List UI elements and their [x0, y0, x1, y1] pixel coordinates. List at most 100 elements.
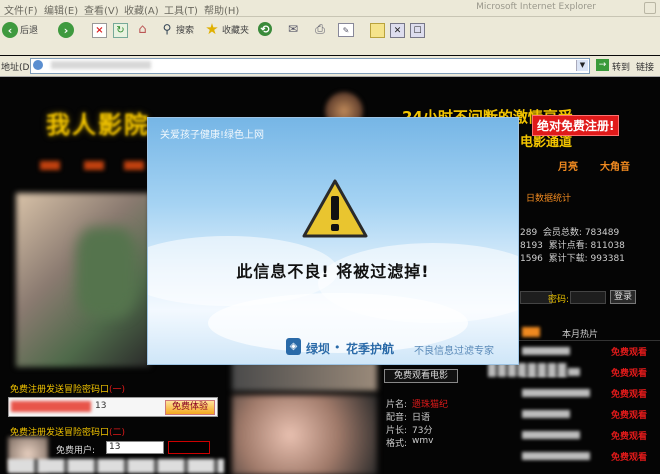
back-label[interactable]: 后退	[20, 23, 38, 36]
refresh-icon[interactable]: ↻	[113, 23, 128, 38]
url-blurred	[51, 61, 151, 69]
shield-icon: ◈	[286, 338, 301, 355]
folder-icon[interactable]	[370, 23, 385, 38]
featured-video-figure	[76, 227, 136, 317]
stats-today-value: 8193	[520, 241, 543, 251]
register-badge[interactable]: 绝对免费注册!	[532, 115, 620, 136]
movie-info-value: 日语	[412, 413, 431, 423]
filter-header: 关爱孩子健康!绿色上网	[160, 130, 265, 141]
print-icon[interactable]: ⎙	[312, 22, 328, 36]
favorites-icon[interactable]: ★	[204, 20, 220, 38]
go-button[interactable]: 转到	[612, 60, 630, 73]
tool-icon[interactable]: ✕	[390, 23, 405, 38]
hot-list-title-blurred[interactable]	[522, 389, 590, 397]
register-blurred-label	[11, 401, 91, 412]
hot-list-title-blurred[interactable]	[522, 452, 590, 460]
messenger-icon[interactable]: ☐	[410, 23, 425, 38]
movie-info-key: 片长:	[386, 426, 408, 436]
password-label: 密码:	[548, 295, 570, 305]
movie-info-value: wmv	[412, 436, 434, 446]
movie-thumbnail[interactable]	[232, 361, 377, 391]
tab-hot-blurred[interactable]	[522, 327, 540, 337]
edit-icon[interactable]: ✎	[338, 23, 354, 37]
warning-icon	[302, 179, 368, 238]
hot-list-title-blurred[interactable]	[522, 347, 570, 355]
links-label[interactable]: 链接	[636, 60, 654, 73]
register-notice-1-text: 免费注册发送冒险密码口	[10, 385, 110, 395]
search-label[interactable]: 搜索	[176, 23, 194, 36]
menu-view[interactable]: 查看(V)	[84, 2, 119, 17]
nav-item-moon[interactable]: 月亮	[558, 158, 578, 173]
movie-info-key: 片名:	[386, 400, 408, 410]
movie-info-value: 遗珠猫纪	[412, 400, 449, 410]
nav-item-blurred[interactable]	[40, 161, 60, 170]
free-watch-link[interactable]: 免费观看	[611, 387, 647, 400]
filter-brand: 绿坝	[306, 342, 331, 356]
hot-tabs: 本月热片	[518, 326, 660, 341]
content-filter-dialog: 关爱孩子健康!绿色上网 此信息不良! 将被过滤掉! ◈ 绿坝 • 花季护航 不良…	[148, 118, 518, 364]
menu-bar: 文件(F) 编辑(E) 查看(V) 收藏(A) 工具(T) 帮助(H) Micr…	[0, 0, 660, 17]
mail-icon[interactable]: ✉	[285, 22, 301, 36]
stats-total-members: 会员总数: 783489	[542, 228, 620, 238]
address-bar: 地址(D) ▼ → 转到 链接	[0, 56, 660, 77]
free-watch-link[interactable]: 免费观看	[611, 450, 647, 463]
free-watch-movie-button[interactable]: 免费观看电影	[384, 369, 458, 383]
menu-tools[interactable]: 工具(T)	[164, 2, 198, 17]
filter-brand-separator: •	[334, 341, 341, 354]
hot-list-title-blurred[interactable]	[522, 410, 570, 418]
register-box-1: 13 免费体验	[8, 397, 218, 417]
address-input[interactable]: ▼	[30, 58, 590, 74]
filter-message: 此信息不良! 将被过滤掉!	[236, 262, 430, 281]
home-icon[interactable]: ⌂	[135, 22, 150, 37]
menu-help[interactable]: 帮助(H)	[204, 2, 239, 17]
window-control-icon[interactable]	[644, 2, 656, 14]
filter-tagline: 不良信息过滤专家	[414, 346, 494, 357]
free-user-button[interactable]	[168, 441, 210, 454]
chevron-down-icon[interactable]: ▼	[576, 60, 588, 71]
menu-file[interactable]: 文件(F)	[4, 2, 38, 17]
free-watch-link[interactable]: 免费观看	[611, 366, 647, 379]
stats-total-views: 累计点看: 811038	[548, 241, 625, 251]
hot-list-title-blurred[interactable]	[522, 431, 580, 439]
page-icon	[33, 60, 43, 70]
stats-today-value: 289	[520, 228, 538, 238]
history-icon[interactable]: ⟲	[258, 22, 272, 36]
nav-item-big[interactable]: 大角音	[600, 158, 630, 173]
register-notice-2-suffix: (二)	[109, 428, 126, 438]
nav-item-blurred[interactable]	[124, 161, 144, 170]
free-user-label: 免费用户:	[56, 446, 96, 456]
movie-info-key: 配音:	[386, 413, 408, 423]
free-user-input[interactable]: 13	[106, 441, 164, 454]
favorites-label[interactable]: 收藏夹	[222, 23, 249, 36]
filter-brand-2: 花季护航	[346, 342, 395, 356]
free-watch-link[interactable]: 免费观看	[611, 345, 647, 358]
bottom-links-blurred[interactable]	[8, 459, 224, 473]
stats-title: 日数据统计	[526, 194, 572, 204]
tab-monthly-hot[interactable]: 本月热片	[562, 327, 598, 340]
menu-favorites[interactable]: 收藏(A)	[124, 2, 159, 17]
free-watch-link[interactable]: 免费观看	[611, 408, 647, 421]
free-trial-button[interactable]: 免费体验	[165, 400, 215, 415]
stats-total-downloads: 累计下载: 993381	[548, 254, 625, 264]
login-button[interactable]: 登录	[610, 290, 636, 304]
register-input-1[interactable]: 13	[95, 401, 106, 411]
address-label: 地址(D)	[1, 63, 33, 73]
forward-icon[interactable]: ›	[58, 22, 74, 38]
register-notice-1-suffix: (一)	[109, 385, 126, 395]
movie-info-key: 格式:	[386, 439, 408, 449]
menu-edit[interactable]: 编辑(E)	[44, 2, 78, 17]
free-watch-link[interactable]: 免费观看	[611, 429, 647, 442]
toolbar: ‹ 后退 › × ↻ ⌂ ⚲ 搜索 ★ 收藏夹 ⟲ ✉ ⎙ ✎ ✕ ☐	[0, 17, 660, 55]
back-icon[interactable]: ‹	[2, 22, 18, 38]
password-input[interactable]	[570, 291, 606, 304]
register-notice-1: 免费注册发送冒险密码口(一)	[10, 382, 125, 395]
search-icon[interactable]: ⚲	[160, 22, 174, 36]
nav-item-blurred[interactable]	[84, 161, 104, 170]
go-icon[interactable]: →	[596, 59, 609, 71]
movie-thumbnail[interactable]	[232, 395, 377, 474]
stats-today-value: 1596	[520, 254, 543, 264]
movie-info-value: 73分	[412, 426, 433, 436]
list-item-blurred[interactable]	[488, 363, 568, 377]
site-logo[interactable]: 我人影院	[46, 105, 150, 140]
stop-icon[interactable]: ×	[92, 23, 107, 38]
